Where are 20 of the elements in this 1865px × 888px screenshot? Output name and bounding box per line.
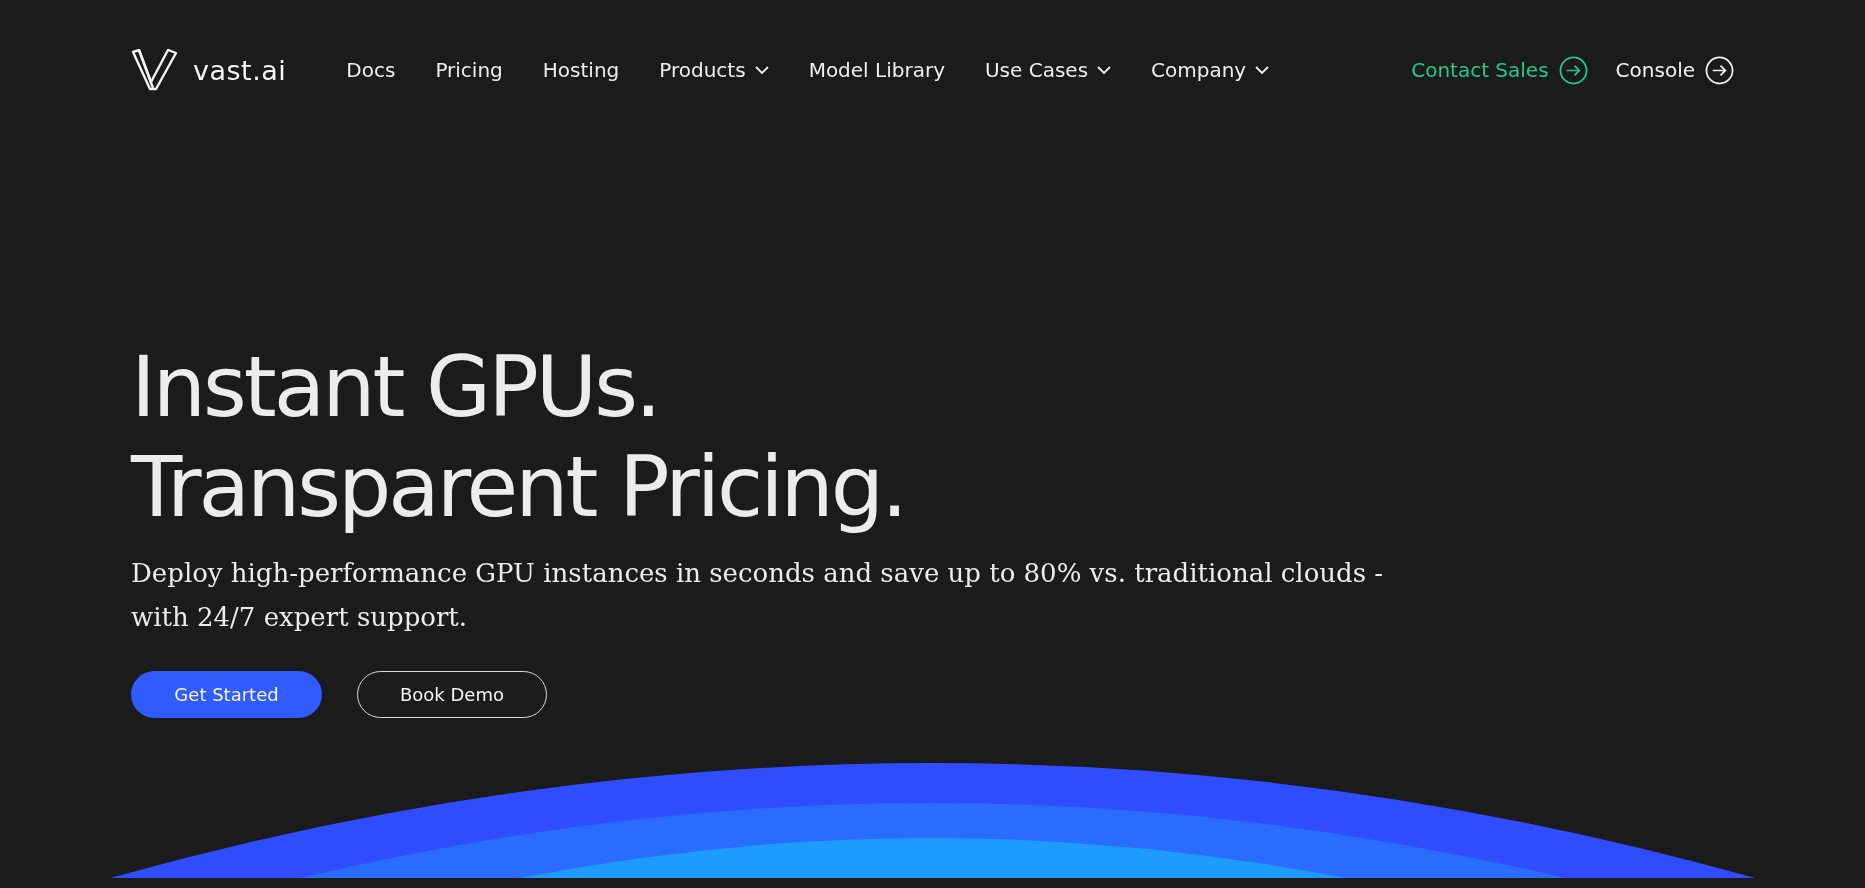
get-started-button[interactable]: Get Started: [131, 671, 322, 718]
logo-icon: [131, 49, 179, 91]
chevron-down-icon: [754, 66, 769, 74]
arrow-right-icon: [1558, 55, 1588, 85]
nav-link[interactable]: Hosting: [542, 58, 620, 82]
logo-text[interactable]: vast.ai: [193, 54, 287, 86]
nav-link[interactable]: Pricing: [435, 58, 503, 82]
nav-link[interactable]: Docs: [346, 58, 396, 82]
headline: Instant GPUs.: [131, 337, 660, 437]
nav-link[interactable]: Company: [1151, 58, 1270, 82]
nav-action-link[interactable]: Contact Sales: [1411, 55, 1588, 85]
nav-link[interactable]: Use Cases: [984, 58, 1112, 82]
subtitle: Deploy high-performance GPU instances in seconds and save up to 80% vs. traditional clouds - with 24/7 expert support.: [131, 557, 1385, 634]
nav-action-link[interactable]: Console: [1615, 55, 1734, 85]
nav-link[interactable]: Model Library: [808, 58, 945, 82]
chevron-down-icon: [1255, 66, 1270, 74]
chevron-down-icon: [1097, 66, 1112, 74]
headline: Transparent Pricing.: [131, 437, 906, 537]
arrow-right-icon: [1705, 55, 1734, 85]
nav-link[interactable]: Products: [659, 58, 769, 82]
